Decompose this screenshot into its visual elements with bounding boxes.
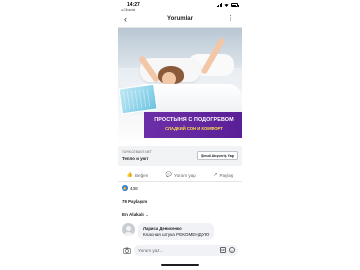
shop-now-button[interactable]: Şimdi Alışveriş Yap [197,151,238,160]
comment-composer: Yorum yaz... GIF ☺ [118,242,242,258]
post-actions: 👍 Beğen 💬 Yorum yap ↗ Paylaş [118,170,242,182]
share-label: Paylaş [219,173,234,178]
reaction-count: 438 [130,185,138,191]
share-button[interactable]: ↗ Paylaş [213,172,234,179]
share-icon: ↗ [213,172,218,178]
promo-banner: ПРОСТЫНЯ С ПОДОГРЕВОМ СЛАДКИЙ СОН И КОМФ… [144,112,242,138]
comment-item: Лариса Денисенко Класная штука РЕКОМЕНДУ… [122,223,215,240]
battery-icon [231,3,239,7]
more-options-icon[interactable]: ⋮ [227,15,234,22]
promo-subtitle: СЛАДКИЙ СОН И КОМФОРТ [165,126,223,131]
comment-sort-dropdown[interactable]: En Alakalı ⌄ [122,212,149,217]
sort-label: En Alakalı [122,212,144,217]
comment-author[interactable]: Лариса Денисенко [143,226,209,231]
comment-bubble[interactable]: Лариса Денисенко Класная штука РЕКОМЕНДУ… [138,223,215,240]
comment-text: Класная штука РЕКОМЕНДУЮ [143,232,210,237]
like-reaction-icon: 👍 [122,185,128,191]
comment-input-placeholder: Yorum yaz... [138,247,164,253]
camera-icon[interactable] [122,246,131,255]
nav-bar: ‹ Yorumlar ⋮ [118,12,242,28]
ad-headline: Тепло и уют [122,156,149,161]
comment-input[interactable]: Yorum yaz... GIF ☺ [134,244,238,256]
reactions-summary[interactable]: 👍 438 [122,185,138,191]
ad-link-bar[interactable]: TURKCEBANT.NET Тепло и уют Şimdi Alışver… [118,146,242,166]
gif-icon[interactable]: GIF [220,247,226,253]
status-icons [216,3,239,7]
wifi-icon [224,3,229,7]
home-indicator [161,264,199,266]
like-label: Beğen [134,173,149,178]
emoji-icon[interactable]: ☺ [228,246,235,253]
heated-sheet-product [118,83,158,115]
share-count[interactable]: 79 Paylaşım [122,199,147,204]
chevron-down-icon: ⌄ [145,212,149,217]
avatar[interactable] [122,223,135,236]
signal-icon [216,3,222,7]
ad-image[interactable]: ПРОСТЫНЯ С ПОДОГРЕВОМ СЛАДКИЙ СОН И КОМФ… [118,28,242,146]
ad-url: TURKCEBANT.NET [122,150,152,154]
like-button[interactable]: 👍 Beğen [126,172,149,179]
comment-label: Yorum yap [173,173,196,178]
like-icon: 👍 [126,172,133,178]
comment-button[interactable]: 💬 Yorum yap [165,172,196,179]
page-title: Yorumlar [167,16,193,22]
promo-title: ПРОСТЫНЯ С ПОДОГРЕВОМ [154,117,234,123]
phone-screen: 14:27 ◂ Cihazda ‹ Yorumlar ⋮ ПРОСТЫНЯ С … [118,0,242,270]
status-bar: 14:27 ◂ Cihazda [118,0,242,12]
comment-icon: 💬 [165,172,172,178]
back-to-app-link[interactable]: ◂ Cihazda [121,8,135,12]
